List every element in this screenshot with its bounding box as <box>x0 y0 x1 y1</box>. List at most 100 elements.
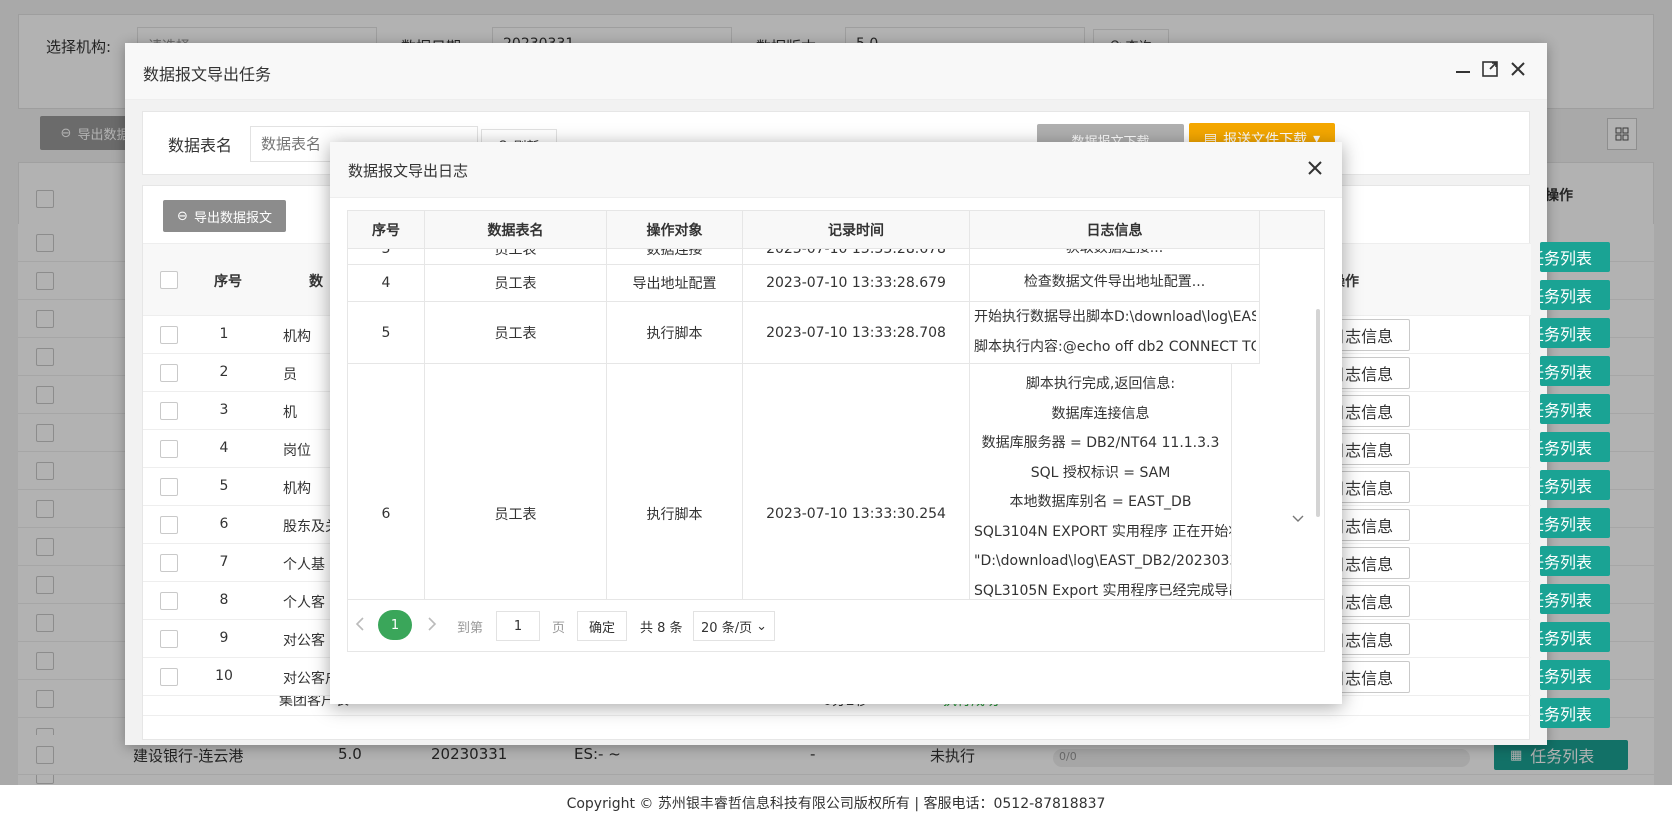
seq-cell: 8 <box>219 592 229 608</box>
footer: Copyright © 苏州银丰睿哲信息科技有限公司版权所有 | 客服电话：05… <box>0 785 1672 830</box>
task-list-button[interactable]: 任务列表 <box>1540 546 1610 576</box>
close-icon[interactable] <box>1509 60 1527 78</box>
name-cell: 员工表 <box>425 364 607 599</box>
log-line: SQL3105N Export 实用程序已经完成导出 ' <box>974 582 1232 599</box>
log-info-cell: 获取数据连接... <box>970 249 1260 265</box>
total-count: 共 8 条 <box>640 621 683 636</box>
log-dialog-header: 数据报文导出日志 <box>330 142 1342 198</box>
log-table: 序号数据表名操作对象记录时间日志信息 3员工表数据连接2023-07-10 13… <box>347 210 1325 600</box>
goto-label: 到第 <box>457 621 484 636</box>
time-cell: 2023-07-10 13:33:28.678 <box>743 249 970 265</box>
export-report-button[interactable]: ⊖ 导出数据报文 <box>163 200 286 232</box>
seq-cell: 9 <box>219 630 229 646</box>
log-info-cell: 脚本执行完成,返回信息: 数据库连接信息数据库服务器 = DB2/NT64 11.… <box>970 364 1232 599</box>
log-table-body[interactable]: 3员工表数据连接2023-07-10 13:33:28.678获取数据连接...… <box>348 249 1324 599</box>
name-cell: 员 <box>283 367 297 383</box>
op-object-header: 操作对象 <box>607 211 743 249</box>
name-header: 数 <box>309 274 323 290</box>
seq-cell: 4 <box>348 265 425 302</box>
log-dialog-title: 数据报文导出日志 <box>348 162 469 180</box>
seq-cell: 6 <box>219 516 229 532</box>
confirm-page-button[interactable]: 确定 <box>577 611 627 641</box>
seq-header: 序号 <box>214 274 242 290</box>
record-time-header: 记录时间 <box>743 211 970 249</box>
scrollbar-thumb[interactable] <box>1316 309 1320 517</box>
task-list-button[interactable]: 任务列表 <box>1540 470 1610 500</box>
task-list-button[interactable]: 任务列表 <box>1540 280 1610 310</box>
task-list-button[interactable]: 任务列表 <box>1540 432 1610 462</box>
seq-cell: 10 <box>215 668 233 684</box>
task-list-button[interactable]: 任务列表 <box>1540 508 1610 538</box>
log-line: 检查数据文件导出地址配置... <box>1023 274 1206 291</box>
object-cell: 数据连接 <box>607 249 743 265</box>
time-cell: 2023-07-10 13:33:28.679 <box>743 265 970 302</box>
name-cell: 机 <box>283 405 297 421</box>
seq-cell: 3 <box>219 402 229 418</box>
task-list-button[interactable]: 任务列表 <box>1540 242 1610 272</box>
name-cell: 员工表 <box>425 265 607 302</box>
task-list-button[interactable]: 任务列表 <box>1540 584 1610 614</box>
name-cell: 个人基 <box>283 557 325 573</box>
scroll-gutter-header <box>1260 211 1324 249</box>
name-cell: 机构 <box>283 329 311 345</box>
seq-cell: 5 <box>219 478 229 494</box>
chevron-down-icon: ⌄ <box>756 618 767 634</box>
log-line: 获取数据连接... <box>1066 249 1163 263</box>
page-unit-label: 页 <box>552 621 566 636</box>
log-line: 脚本执行完成,返回信息: <box>1025 376 1176 392</box>
name-cell: 对公客 <box>283 633 325 649</box>
object-cell: 执行脚本 <box>607 302 743 364</box>
task-list-button[interactable]: 任务列表 <box>1540 394 1610 424</box>
seq-cell: 1 <box>219 326 229 342</box>
name-cell: 岗位 <box>283 443 311 459</box>
log-line: 本地数据库别名 = EAST_DB <box>1009 494 1192 510</box>
export-icon: ⊖ <box>177 208 188 224</box>
page-number-input[interactable]: 1 <box>496 611 540 641</box>
object-cell: 执行脚本 <box>607 364 743 599</box>
page-1-button[interactable]: 1 <box>378 610 412 640</box>
log-line: 开始执行数据导出脚本D:\download\log\EAS... <box>974 309 1256 325</box>
object-cell: 导出地址配置 <box>607 265 743 302</box>
log-line: SQL 授权标识 = SAM <box>1030 464 1171 481</box>
table-name-label: 数据表名 <box>168 136 233 155</box>
task-list-button[interactable]: 任务列表 <box>1540 318 1610 348</box>
pagination: 1 到第 1 页 确定 共 8 条 20 条/页 ⌄ <box>347 600 1325 652</box>
chevron-down-icon[interactable] <box>1291 514 1305 524</box>
maximize-icon[interactable] <box>1481 60 1499 78</box>
time-cell: 2023-07-10 13:33:30.254 <box>743 364 970 599</box>
log-info-cell: 检查数据文件导出地址配置... <box>970 265 1260 302</box>
seq-cell: 5 <box>348 302 425 364</box>
task-list-button[interactable]: 任务列表 <box>1540 622 1610 652</box>
minimize-icon[interactable] <box>1454 62 1472 80</box>
next-page-icon[interactable] <box>426 616 438 632</box>
log-line: 数据库服务器 = DB2/NT64 11.1.3.3 <box>981 435 1220 451</box>
log-line: "D:\download\log\EAST_DB2/20230331/Ea <box>974 553 1231 569</box>
table-name-header: 数据表名 <box>425 211 607 249</box>
seq-cell: 4 <box>219 440 229 456</box>
name-cell: 员工表 <box>425 249 607 265</box>
task-list-button[interactable]: 任务列表 <box>1540 356 1610 386</box>
seq-cell: 6 <box>348 364 425 599</box>
time-cell: 2023-07-10 13:33:28.708 <box>743 302 970 364</box>
export-log-dialog: 数据报文导出日志 序号数据表名操作对象记录时间日志信息 3员工表数据连接2023… <box>330 142 1342 704</box>
select-all-checkbox[interactable] <box>160 271 178 289</box>
log-info-cell: 开始执行数据导出脚本D:\download\log\EAS... 脚本执行内容:@… <box>970 302 1260 364</box>
seq-cell: 3 <box>348 249 425 265</box>
name-cell: 机构 <box>283 481 311 497</box>
log-line: 脚本执行内容:@echo off db2 CONNECT TO... <box>974 338 1256 355</box>
seq-header: 序号 <box>348 211 425 249</box>
dialog-title: 数据报文导出任务 <box>143 65 272 84</box>
name-cell: 个人客 <box>283 595 325 611</box>
log-line: 数据库连接信息 <box>1051 405 1150 422</box>
close-icon[interactable] <box>1306 159 1324 177</box>
prev-page-icon[interactable] <box>354 616 366 632</box>
seq-cell: 7 <box>219 554 229 570</box>
log-info-header: 日志信息 <box>970 211 1260 249</box>
page-size-select[interactable]: 20 条/页 ⌄ <box>693 611 775 641</box>
dialog-header: 数据报文导出任务 <box>125 43 1547 100</box>
task-list-button[interactable]: 任务列表 <box>1540 660 1610 690</box>
log-line: SQL3104N EXPORT 实用程序 正在开始将 <box>974 523 1232 540</box>
name-cell: 员工表 <box>425 302 607 364</box>
task-list-button[interactable]: 任务列表 <box>1540 698 1610 728</box>
seq-cell: 2 <box>219 364 229 380</box>
